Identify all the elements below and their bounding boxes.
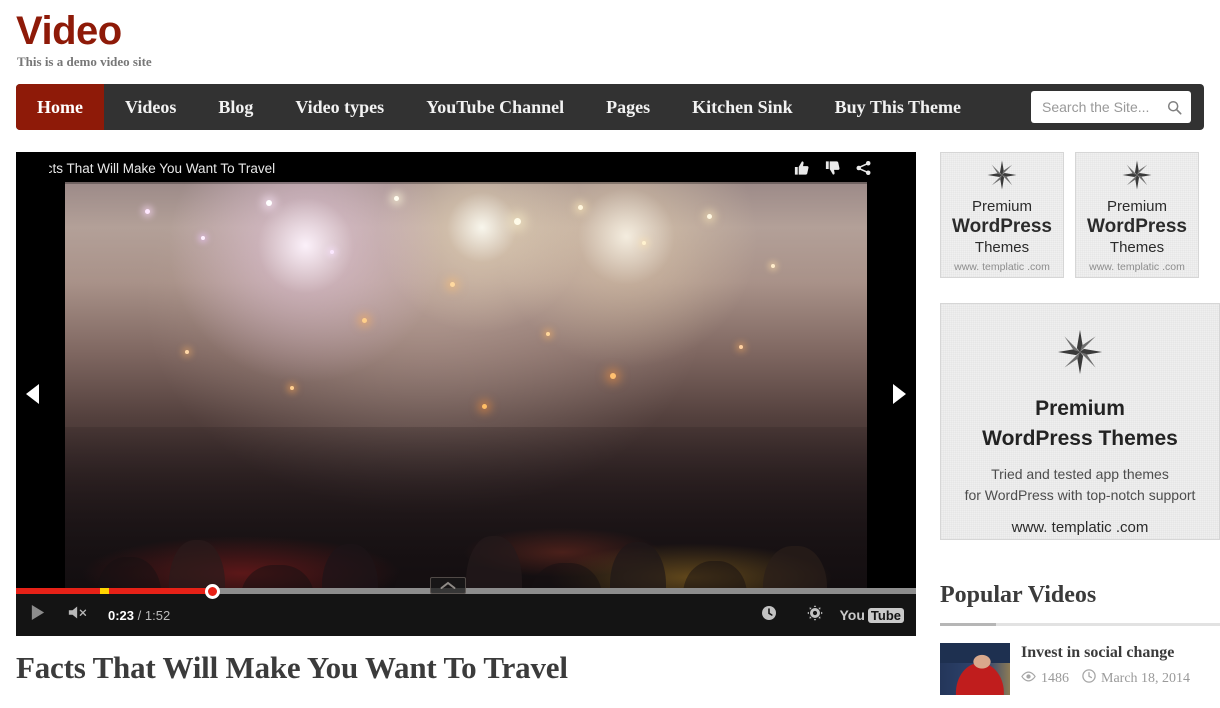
play-icon [29, 604, 46, 626]
total-time: 1:52 [144, 607, 171, 623]
ad-desc-1: Tried and tested app themes [991, 466, 1169, 482]
thumbs-down-icon[interactable] [824, 160, 841, 176]
time-separator: / [134, 607, 145, 623]
video-title: Facts That Will Make You Want To Travel [30, 160, 276, 176]
widget-divider [940, 623, 1220, 626]
nav-item-blog[interactable]: Blog [197, 84, 274, 130]
settings-button[interactable] [794, 594, 836, 636]
views-count: 1486 [1041, 670, 1069, 686]
mute-button[interactable] [58, 594, 100, 636]
next-slide-button[interactable] [883, 152, 916, 636]
main-navigation: Home Videos Blog Video types YouTube Cha… [16, 84, 1204, 130]
watch-later-button[interactable] [748, 594, 790, 636]
popular-video-meta: 1486 March 18, 2014 [1021, 669, 1220, 688]
chevron-up-icon [440, 581, 456, 589]
ad-banner-large[interactable]: Premium WordPress Themes Tried and teste… [940, 303, 1220, 540]
video-frame[interactable] [65, 182, 867, 636]
ad-banner-small-1[interactable]: Premium WordPress Themes www. templatic … [940, 152, 1064, 278]
youtube-logo-you: You [839, 607, 865, 623]
video-player[interactable]: Facts That Will Make You Want To Travel [16, 152, 916, 636]
popular-videos-heading: Popular Videos [940, 582, 1097, 608]
current-time: 0:23 [108, 607, 135, 623]
nav-item-video-types[interactable]: Video types [274, 84, 405, 130]
ad-line-3: Themes [1109, 238, 1165, 256]
site-title[interactable]: Video [16, 8, 122, 54]
starburst-icon [985, 158, 1019, 197]
publish-date: March 18, 2014 [1101, 670, 1191, 686]
video-title-bar: Facts That Will Make You Want To Travel [16, 152, 916, 184]
search-input[interactable] [1040, 98, 1163, 116]
popular-video-item[interactable]: Invest in social change 1486 March 18, 2… [940, 643, 1220, 695]
ad-url: www. templatic .com [1089, 260, 1185, 273]
site-tagline: This is a demo video site [17, 54, 152, 69]
popular-video-thumbnail[interactable] [940, 643, 1010, 695]
ad-line-1: Premium [1106, 197, 1167, 215]
nav-item-buy-this-theme[interactable]: Buy This Theme [814, 84, 982, 130]
caption-marker-tooltip[interactable] [430, 577, 466, 594]
ad-desc-2: for WordPress with top-notch support [964, 487, 1196, 503]
main-content: Facts That Will Make You Want To Travel [16, 152, 916, 636]
ad-url: www. templatic .com [1011, 519, 1149, 536]
ad-heading-2: WordPress Themes [982, 427, 1178, 450]
eye-icon [1021, 670, 1036, 687]
search-box[interactable] [1031, 91, 1191, 123]
nav-item-youtube-channel[interactable]: YouTube Channel [405, 84, 585, 130]
date-meta: March 18, 2014 [1082, 669, 1190, 688]
ad-line-2: WordPress [1087, 215, 1187, 237]
next-slide-icon [893, 384, 906, 404]
share-icon[interactable] [855, 160, 872, 176]
page-root: Video This is a demo video site Home Vid… [0, 0, 1220, 708]
nav-item-pages[interactable]: Pages [585, 84, 671, 130]
small-ads-row: Premium WordPress Themes www. templatic … [940, 152, 1220, 278]
post-title: Facts That Will Make You Want To Travel [16, 650, 568, 685]
views-meta: 1486 [1021, 671, 1069, 687]
search-icon[interactable] [1167, 100, 1182, 115]
site-header: Video This is a demo video site [0, 0, 1220, 84]
prev-slide-button[interactable] [16, 152, 49, 636]
player-control-bar: 0:23 / 1:52 You Tube [16, 584, 916, 636]
starburst-icon [1120, 158, 1154, 197]
sidebar: Premium WordPress Themes www. templatic … [940, 152, 1220, 695]
popular-video-title[interactable]: Invest in social change [1021, 643, 1220, 663]
youtube-logo[interactable]: You Tube [839, 607, 904, 623]
play-button[interactable] [16, 594, 58, 636]
prev-slide-icon [26, 384, 39, 404]
ad-line-2: WordPress [952, 215, 1052, 237]
nav-item-home[interactable]: Home [16, 84, 104, 130]
starburst-icon [1054, 326, 1106, 383]
ad-line-1: Premium [971, 197, 1032, 215]
nav-item-kitchen-sink[interactable]: Kitchen Sink [671, 84, 814, 130]
player-buttons-row: 0:23 / 1:52 You Tube [16, 594, 916, 636]
watch-later-icon [761, 605, 777, 626]
time-readout: 0:23 / 1:52 [108, 608, 170, 623]
player-right-controls: You Tube [748, 594, 917, 636]
ad-url: www. templatic .com [954, 260, 1050, 273]
clock-icon [1082, 669, 1096, 688]
thumbs-up-icon[interactable] [793, 160, 810, 176]
ad-line-3: Themes [974, 238, 1030, 256]
nav-item-videos[interactable]: Videos [104, 84, 197, 130]
popular-video-body: Invest in social change 1486 March 18, 2… [1021, 643, 1220, 695]
settings-gear-icon [806, 604, 824, 627]
ad-banner-small-2[interactable]: Premium WordPress Themes www. templatic … [1075, 152, 1199, 278]
ad-heading-1: Premium [1035, 397, 1125, 420]
mute-icon [67, 604, 91, 626]
youtube-logo-tube: Tube [867, 607, 904, 623]
